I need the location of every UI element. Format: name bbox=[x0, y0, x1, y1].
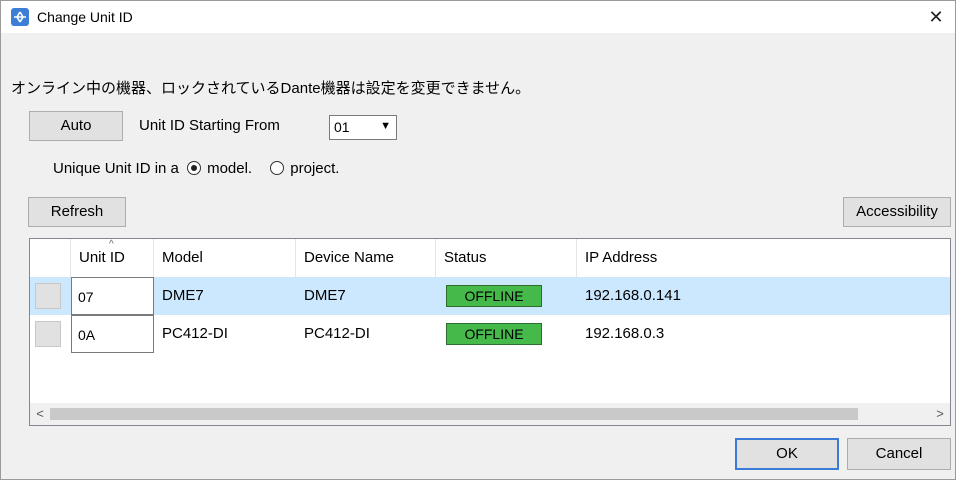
unit-id-input[interactable]: 07 bbox=[71, 277, 154, 315]
status-badge: OFFLINE bbox=[446, 285, 542, 307]
unique-label: Unique Unit ID in a bbox=[53, 160, 179, 177]
device-table: ^ Unit ID Model Device Name Status IP Ad… bbox=[29, 238, 951, 426]
radio-project-label[interactable]: project. bbox=[290, 160, 339, 177]
table-row[interactable]: 07 DME7 DME7 OFFLINE 192.168.0.141 bbox=[30, 277, 950, 315]
device-name-cell: PC412-DI bbox=[304, 325, 370, 342]
ok-button[interactable]: OK bbox=[735, 438, 839, 470]
header-model[interactable]: Model bbox=[154, 239, 296, 277]
table-header: ^ Unit ID Model Device Name Status IP Ad… bbox=[30, 239, 950, 277]
start-from-select[interactable]: 01 ▼ bbox=[329, 115, 397, 140]
start-from-value: 01 bbox=[334, 119, 350, 135]
title-bar: Change Unit ID ✕ bbox=[1, 1, 955, 33]
radio-model[interactable] bbox=[187, 161, 202, 175]
ip-cell: 192.168.0.141 bbox=[585, 287, 681, 304]
radio-model-label[interactable]: model. bbox=[207, 160, 252, 177]
device-name-cell: DME7 bbox=[304, 287, 346, 304]
model-cell: PC412-DI bbox=[162, 325, 228, 342]
accessibility-button[interactable]: Accessibility bbox=[843, 197, 951, 227]
notice-text: オンライン中の機器、ロックされているDante機器は設定を変更できません。 bbox=[11, 80, 531, 97]
refresh-button[interactable]: Refresh bbox=[28, 197, 126, 227]
model-cell: DME7 bbox=[162, 287, 204, 304]
cancel-button[interactable]: Cancel bbox=[847, 438, 951, 470]
start-from-label: Unit ID Starting From bbox=[139, 117, 280, 134]
scroll-left-icon[interactable]: < bbox=[31, 405, 49, 423]
unique-scope-row: Unique Unit ID in a model. project. bbox=[53, 160, 339, 177]
window-title: Change Unit ID bbox=[37, 9, 133, 25]
status-badge: OFFLINE bbox=[446, 323, 542, 345]
header-unit-id-label: Unit ID bbox=[79, 249, 125, 266]
table-row[interactable]: 0A PC412-DI PC412-DI OFFLINE 192.168.0.3 bbox=[30, 315, 950, 353]
sort-up-icon: ^ bbox=[109, 239, 114, 250]
horizontal-scrollbar[interactable]: < > bbox=[30, 403, 950, 425]
auto-button[interactable]: Auto bbox=[29, 111, 123, 141]
header-device-name[interactable]: Device Name bbox=[296, 239, 436, 277]
close-icon[interactable]: ✕ bbox=[923, 4, 949, 30]
ip-cell: 192.168.0.3 bbox=[585, 325, 665, 342]
app-icon bbox=[11, 8, 29, 26]
header-status[interactable]: Status bbox=[436, 239, 577, 277]
row-header-button[interactable] bbox=[35, 321, 61, 347]
header-ip-address[interactable]: IP Address bbox=[577, 239, 950, 277]
row-header-button[interactable] bbox=[35, 283, 61, 309]
scroll-right-icon[interactable]: > bbox=[931, 405, 949, 423]
unit-id-input[interactable]: 0A bbox=[71, 315, 154, 353]
header-unit-id[interactable]: ^ Unit ID bbox=[71, 239, 154, 277]
radio-project[interactable] bbox=[270, 161, 285, 175]
scrollbar-thumb[interactable] bbox=[50, 408, 858, 420]
header-blank bbox=[30, 239, 71, 277]
chevron-down-icon: ▼ bbox=[380, 120, 391, 132]
change-unit-id-dialog: Change Unit ID ✕ オンライン中の機器、ロックされているDante… bbox=[0, 0, 956, 480]
